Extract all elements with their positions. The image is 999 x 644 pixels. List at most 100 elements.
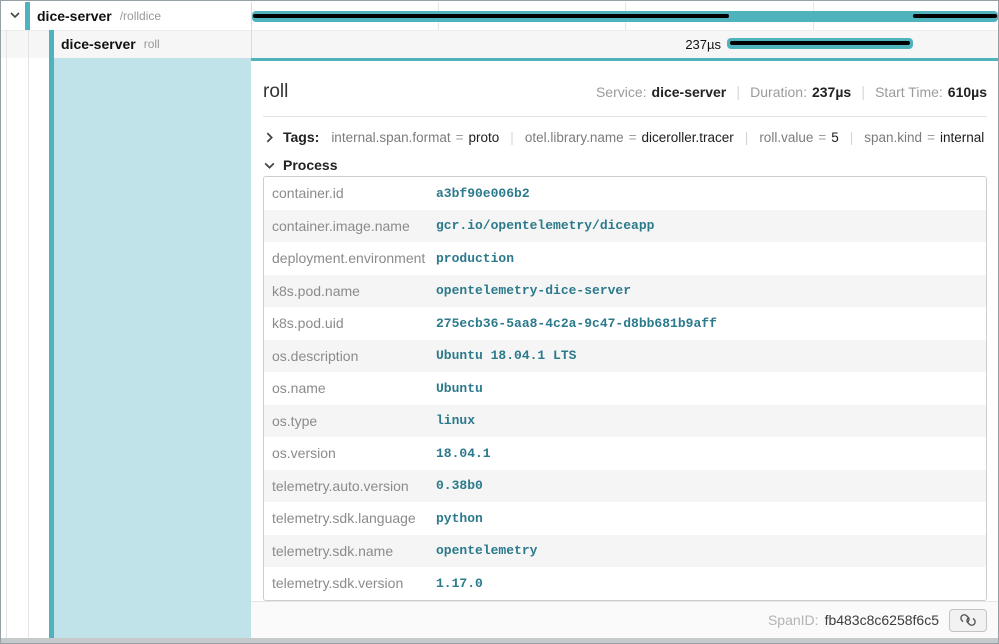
span-row-child[interactable]: dice-server roll [61,30,160,58]
critical-path-segment [913,14,997,18]
span-stats: Service: dice-server | Duration: 237µs |… [596,84,987,101]
span-operation-name: /rolldice [120,9,161,23]
duration-value: 237µs [812,84,851,100]
process-section-label: Process [283,157,337,173]
duration-label: Duration: [750,84,807,100]
bottom-scroll-strip[interactable] [1,638,999,643]
span-bar-parent[interactable] [252,11,998,22]
tag-divider: | [850,130,854,145]
span-color-bar [25,2,30,30]
table-row[interactable]: os.descriptionUbuntu 18.04.1 LTS [264,340,986,373]
attribute-value: 18.04.1 [436,446,491,461]
spanid-value: fb483c8c6258f6c5 [825,612,939,628]
service-label: Service: [596,84,647,100]
span-detail-header: roll Service: dice-server | Duration: 23… [263,75,987,109]
tag-key: span.kind [864,130,922,145]
attribute-value: gcr.io/opentelemetry/diceapp [436,218,654,233]
stat-divider: | [861,84,865,101]
tags-section-label: Tags: [283,129,319,145]
trace-detail-view: dice-server /rolldice dice-server roll 2… [0,0,999,644]
service-value: dice-server [652,84,727,100]
table-row[interactable]: container.image.namegcr.io/opentelemetry… [264,210,986,243]
detail-panel-footer: SpanID: fb483c8c6258f6c5 [251,601,999,638]
attribute-value: 0.38b0 [436,478,483,493]
header-divider [263,116,987,117]
tag-equals: = [818,130,826,145]
table-row[interactable]: container.ida3bf90e006b2 [264,177,986,210]
table-row[interactable]: os.nameUbuntu [264,372,986,405]
tag-value: diceroller.tracer [642,130,734,145]
tag-key: roll.value [759,130,813,145]
attribute-key: k8s.pod.uid [264,315,436,331]
span-detail-panel: roll Service: dice-server | Duration: 23… [251,58,999,638]
table-row[interactable]: k8s.pod.nameopentelemetry-dice-server [264,275,986,308]
tags-summary: internal.span.format = proto | otel.library.… [331,130,984,145]
attribute-value: Ubuntu 18.04.1 LTS [436,348,576,363]
tag-key: internal.span.format [331,130,450,145]
tag-equals: = [629,130,637,145]
start-time-label: Start Time: [875,84,943,100]
table-row[interactable]: os.version18.04.1 [264,437,986,470]
tag-key: otel.library.name [525,130,624,145]
attribute-value: python [436,511,483,526]
attribute-key: os.description [264,348,436,364]
start-time-value: 610µs [948,84,987,100]
attribute-key: os.version [264,445,436,461]
attribute-key: container.id [264,185,436,201]
critical-path-segment [730,41,910,45]
attribute-value: opentelemetry [436,543,537,558]
chevron-down-icon[interactable] [9,9,21,21]
attribute-value: opentelemetry-dice-server [436,283,631,298]
tree-guide-line [6,30,7,638]
attribute-value: Ubuntu [436,381,483,396]
table-row[interactable]: k8s.pod.uid275ecb36-5aa8-4c2a-9c47-d8bb6… [264,307,986,340]
process-attributes-table: container.ida3bf90e006b2container.image.… [263,176,987,601]
tag-equals: = [927,130,935,145]
tag-value: 5 [831,130,839,145]
attribute-key: os.type [264,413,436,429]
spanid-label: SpanID: [768,612,819,628]
attribute-key: deployment.environment [264,250,436,266]
table-row[interactable]: telemetry.sdk.languagepython [264,502,986,535]
tag-divider: | [510,130,514,145]
span-bar-child[interactable] [727,38,913,49]
table-row[interactable]: os.typelinux [264,405,986,438]
span-operation-name: roll [144,37,160,51]
attribute-value: 275ecb36-5aa8-4c2a-9c47-d8bb681b9aff [436,316,717,331]
attribute-key: container.image.name [264,218,436,234]
attribute-key: telemetry.sdk.version [264,575,436,591]
span-duration-label: 237µs [601,37,721,52]
selected-span-fill-block[interactable] [54,58,251,638]
table-row[interactable]: telemetry.auto.version0.38b0 [264,470,986,503]
table-row[interactable]: deployment.environmentproduction [264,242,986,275]
stat-divider: | [736,84,740,101]
attribute-value: production [436,251,514,266]
attribute-key: telemetry.sdk.language [264,510,436,526]
tag-divider: | [745,130,749,145]
tree-guide-line [28,30,29,638]
tag-equals: = [456,130,464,145]
tag-value: internal [940,130,984,145]
span-service-name: dice-server [37,8,112,24]
table-row[interactable]: telemetry.sdk.nameopentelemetry [264,535,986,568]
attribute-key: telemetry.auto.version [264,478,436,494]
span-service-name: dice-server [61,36,136,52]
chevron-right-icon [263,131,276,144]
attribute-key: telemetry.sdk.name [264,543,436,559]
attribute-key: k8s.pod.name [264,283,436,299]
critical-path-segment [253,14,729,18]
attribute-value: linux [436,413,475,428]
name-column-divider [251,2,252,58]
link-icon [960,612,976,628]
table-row[interactable]: telemetry.sdk.version1.17.0 [264,567,986,600]
tag-value: proto [469,130,500,145]
span-row-parent[interactable]: dice-server /rolldice [37,2,161,30]
attribute-key: os.name [264,380,436,396]
chevron-down-icon [263,159,276,172]
span-title: roll [263,81,288,103]
attribute-value: a3bf90e006b2 [436,186,530,201]
attribute-value: 1.17.0 [436,576,483,591]
deep-link-button[interactable] [949,609,987,632]
tags-section-toggle[interactable]: Tags: internal.span.format = proto | otel.li… [263,125,987,149]
process-section-toggle[interactable]: Process [263,154,337,176]
